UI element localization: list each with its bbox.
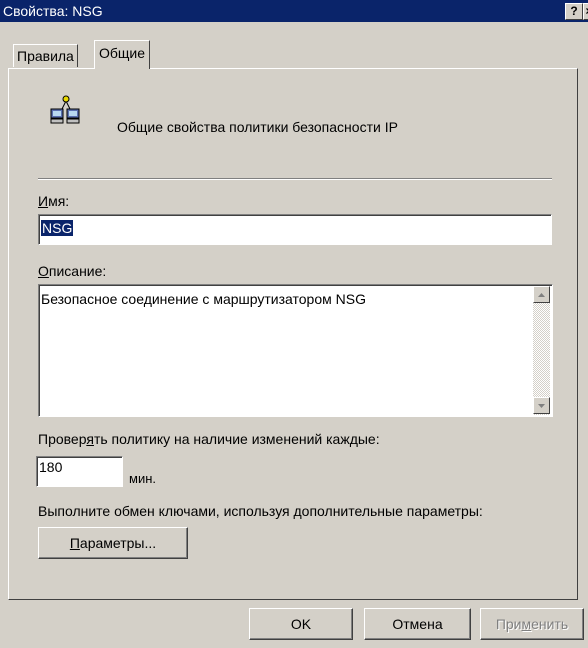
network-policy-icon [50, 95, 80, 124]
tab-general-label: Общие [99, 45, 146, 61]
name-input-value: NSG [41, 220, 74, 236]
parameters-button[interactable]: Параметры... [38, 527, 188, 559]
tab-general[interactable]: Общие [94, 40, 151, 69]
apply-button[interactable]: Применить [480, 608, 584, 640]
check-interval-value: 180 [39, 459, 63, 475]
header-description: Общие свойства политики безопасности IP [117, 119, 398, 135]
arrow-up-icon [538, 293, 545, 297]
check-interval-input[interactable]: 180 [36, 456, 123, 487]
window-title: Свойства: NSG [3, 3, 103, 19]
tab-rules-label: Правила [17, 48, 74, 64]
name-input[interactable]: NSG [38, 214, 552, 245]
help-button[interactable]: ? [565, 3, 583, 20]
check-interval-label: Проверять политику на наличие изменений … [38, 431, 380, 447]
vertical-scrollbar[interactable] [533, 286, 550, 415]
arrow-down-icon [538, 404, 545, 408]
tab-rules[interactable]: Правила [13, 44, 78, 67]
description-value: Безопасное соединение с маршрутизатором … [41, 291, 366, 307]
close-button[interactable]: × [583, 3, 588, 20]
cancel-button[interactable]: Отмена [364, 608, 471, 640]
scroll-up-button[interactable] [533, 286, 550, 303]
description-textarea[interactable]: Безопасное соединение с маршрутизатором … [38, 284, 553, 417]
scroll-down-button[interactable] [533, 397, 550, 414]
key-exchange-label: Выполните обмен ключами, используя допол… [38, 503, 483, 519]
separator [38, 178, 552, 180]
description-label: Описание: [38, 263, 107, 279]
title-bar: Свойства: NSG ? × [0, 0, 588, 22]
minutes-unit: мин. [129, 471, 156, 486]
name-label: Имя: [38, 193, 70, 209]
ok-button[interactable]: OK [249, 608, 353, 640]
